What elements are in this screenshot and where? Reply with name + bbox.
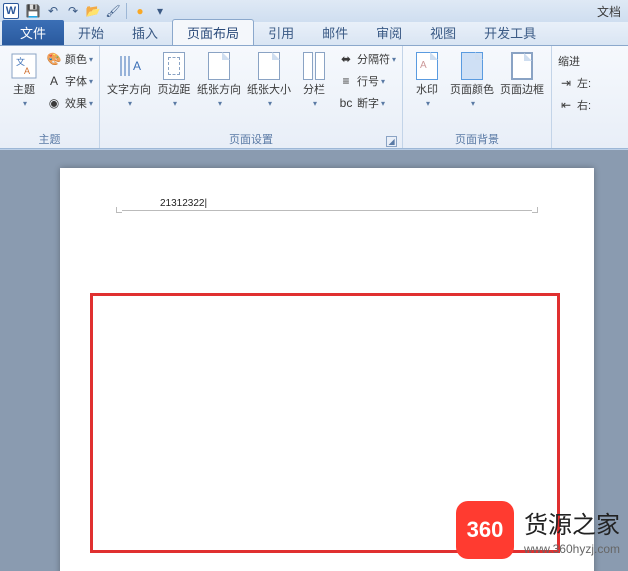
- chevron-down-icon: ▾: [426, 97, 430, 110]
- site-watermark: 360 货源之家 www.360hyzj.com: [456, 501, 620, 559]
- svg-text:A: A: [133, 59, 141, 73]
- colors-icon: 🎨: [46, 51, 62, 67]
- tab-references[interactable]: 引用: [254, 20, 308, 45]
- indent-right[interactable]: ⇤右:: [556, 94, 593, 116]
- group-indent: 缩进 ⇥左: ⇤右:: [552, 46, 597, 148]
- themes-icon: 文A: [8, 50, 40, 82]
- watermark-badge: 360: [456, 501, 514, 559]
- chevron-down-icon: ▾: [173, 97, 177, 110]
- page-borders-button[interactable]: 页面边框: [497, 48, 547, 99]
- page-setup-launcher[interactable]: ◢: [386, 136, 397, 147]
- group-page-setup-label: 页面设置◢: [104, 129, 398, 148]
- chevron-down-icon: ▾: [392, 55, 396, 64]
- title-text: 文档: [597, 3, 625, 20]
- tab-page-layout[interactable]: 页面布局: [172, 19, 254, 45]
- group-page-bg-label: 页面背景: [407, 129, 547, 148]
- indent-left-icon: ⇥: [558, 75, 574, 91]
- qat-brush[interactable]: 🖌: [104, 2, 122, 20]
- text-direction-button[interactable]: A 文字方向▾: [104, 48, 154, 112]
- svg-text:A: A: [24, 66, 30, 76]
- orientation-button[interactable]: 纸张方向▾: [194, 48, 244, 112]
- tab-home[interactable]: 开始: [64, 20, 118, 45]
- theme-colors[interactable]: 🎨颜色▾: [44, 48, 95, 70]
- chevron-down-icon: ▾: [381, 77, 385, 86]
- chevron-down-icon: ▾: [381, 99, 385, 108]
- fonts-icon: A: [46, 73, 62, 89]
- size-button[interactable]: 纸张大小▾: [244, 48, 294, 112]
- text-direction-icon: A: [113, 50, 145, 82]
- chevron-down-icon: ▾: [268, 97, 272, 110]
- breaks-button[interactable]: ⬌分隔符▾: [336, 48, 398, 70]
- ribbon-tabs: 文件 开始 插入 页面布局 引用 邮件 审阅 视图 开发工具: [0, 22, 628, 46]
- chevron-down-icon: ▾: [23, 97, 27, 110]
- page-color-icon: [456, 50, 488, 82]
- page-color-button[interactable]: 页面颜色▾: [447, 48, 497, 112]
- tab-review[interactable]: 审阅: [362, 20, 416, 45]
- qat-new[interactable]: ●: [131, 2, 149, 20]
- line-numbers-button[interactable]: ≡行号▾: [336, 70, 398, 92]
- line-numbers-icon: ≡: [338, 73, 354, 89]
- qat-redo[interactable]: ↷: [64, 2, 82, 20]
- chevron-down-icon: ▾: [128, 97, 132, 110]
- tab-developer[interactable]: 开发工具: [470, 20, 550, 45]
- watermark-button[interactable]: A 水印▾: [407, 48, 447, 112]
- indent-left[interactable]: ⇥左:: [556, 72, 593, 94]
- qat-save[interactable]: 💾: [24, 2, 42, 20]
- qat-open[interactable]: 📂: [84, 2, 102, 20]
- group-page-setup: A 文字方向▾ 页边距▾ 纸张方向▾ 纸张大小▾ 分栏▾ ⬌分隔符▾ ≡行号: [100, 46, 403, 148]
- group-theme-label: 主题: [4, 129, 95, 148]
- header-text[interactable]: 21312322|: [160, 198, 207, 209]
- margins-button[interactable]: 页边距▾: [154, 48, 194, 112]
- watermark-url: www.360hyzj.com: [524, 542, 620, 556]
- tab-mailings[interactable]: 邮件: [308, 20, 362, 45]
- app-icon: W: [3, 3, 19, 19]
- tab-view[interactable]: 视图: [416, 20, 470, 45]
- hyphenation-icon: bc: [338, 95, 354, 111]
- watermark-title: 货源之家: [524, 505, 620, 540]
- hyphenation-button[interactable]: bc断字▾: [336, 92, 398, 114]
- qat-more[interactable]: ▾: [151, 2, 169, 20]
- ribbon: 文A 主题▾ 🎨颜色▾ A字体▾ ◉效果▾ 主题 A 文字方向▾ 页边距▾ 纸张: [0, 46, 628, 149]
- theme-effects[interactable]: ◉效果▾: [44, 92, 95, 114]
- chevron-down-icon: ▾: [313, 97, 317, 110]
- qat-undo[interactable]: ↶: [44, 2, 62, 20]
- size-icon: [253, 50, 285, 82]
- watermark-icon: A: [411, 50, 443, 82]
- margins-icon: [158, 50, 190, 82]
- header-separator: [122, 210, 532, 218]
- group-page-background: A 水印▾ 页面颜色▾ 页面边框 页面背景: [403, 46, 552, 148]
- effects-icon: ◉: [46, 95, 62, 111]
- qat-separator: [126, 3, 127, 19]
- chevron-down-icon: ▾: [89, 77, 93, 86]
- orientation-icon: [203, 50, 235, 82]
- page-borders-icon: [506, 50, 538, 82]
- breaks-icon: ⬌: [338, 51, 354, 67]
- chevron-down-icon: ▾: [218, 97, 222, 110]
- themes-label: 主题: [13, 84, 35, 97]
- group-theme: 文A 主题▾ 🎨颜色▾ A字体▾ ◉效果▾ 主题: [0, 46, 100, 148]
- themes-button[interactable]: 文A 主题▾: [4, 48, 44, 112]
- group-indent-label: [556, 145, 593, 148]
- columns-button[interactable]: 分栏▾: [294, 48, 334, 112]
- tab-insert[interactable]: 插入: [118, 20, 172, 45]
- title-bar: W 💾 ↶ ↷ 📂 🖌 ● ▾ 文档: [0, 0, 628, 22]
- indent-label: 缩进: [556, 50, 593, 72]
- columns-icon: [298, 50, 330, 82]
- chevron-down-icon: ▾: [471, 97, 475, 110]
- indent-right-icon: ⇤: [558, 97, 574, 113]
- tab-file[interactable]: 文件: [2, 20, 64, 45]
- chevron-down-icon: ▾: [89, 55, 93, 64]
- theme-fonts[interactable]: A字体▾: [44, 70, 95, 92]
- chevron-down-icon: ▾: [89, 99, 93, 108]
